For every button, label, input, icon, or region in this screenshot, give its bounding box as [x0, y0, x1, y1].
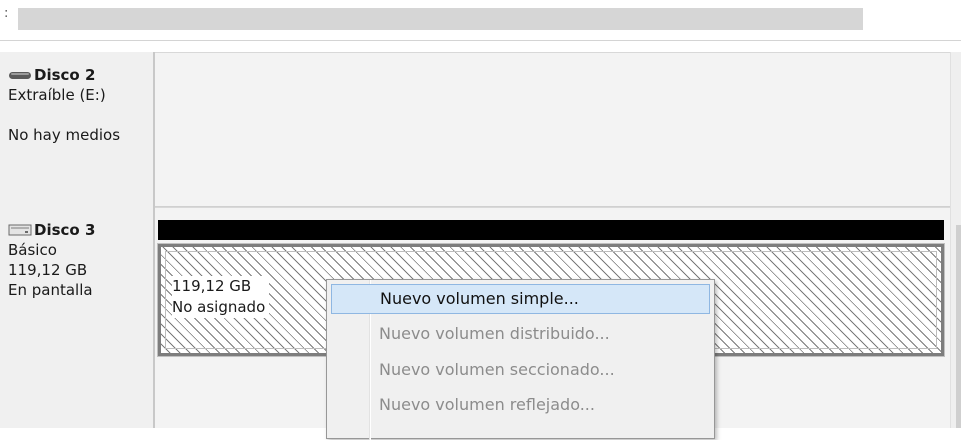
- top-toolbar-area: :: [0, 0, 961, 52]
- menu-item-new-striped-volume[interactable]: Nuevo volumen seccionado...: [331, 356, 710, 386]
- unallocated-volume-size: 119,12 GB: [172, 277, 252, 295]
- disk-2-volume-area: [155, 52, 950, 207]
- menu-item-new-simple-volume[interactable]: Nuevo volumen simple...: [331, 284, 710, 314]
- disk-2-header: Disco 2: [8, 65, 153, 85]
- menu-item-new-spanned-volume[interactable]: Nuevo volumen distribuido...: [331, 320, 710, 350]
- disk-2-type: Extraíble (E:): [8, 86, 106, 104]
- menu-item-new-mirrored-volume[interactable]: Nuevo volumen reflejado...: [331, 391, 710, 421]
- disk-3-size: 119,12 GB: [8, 261, 88, 279]
- unallocated-volume-label: 119,12 GB No asignado: [172, 276, 270, 318]
- unallocated-volume-status: No asignado: [172, 298, 266, 316]
- top-fragment-text: :: [4, 6, 9, 21]
- divider: [0, 40, 961, 41]
- vertical-scrollbar-thumb[interactable]: [956, 225, 961, 428]
- disk-3-name: Disco 3: [34, 221, 96, 239]
- disk-3-header: Disco 3: [8, 220, 153, 240]
- unallocated-volume-header-bar: [158, 220, 944, 240]
- disk-3-status: En pantalla: [8, 281, 93, 299]
- context-menu: Nuevo volumen simple... Nuevo volumen di…: [326, 279, 715, 440]
- disk-2-info-panel[interactable]: Disco 2 Extraíble (E:) No hay medios: [0, 52, 155, 207]
- disk-2-status: No hay medios: [8, 126, 121, 144]
- disk-3-info-panel[interactable]: Disco 3 Básico 119,12 GB En pantalla: [0, 207, 155, 428]
- horizontal-scrollbar[interactable]: [18, 8, 863, 30]
- removable-drive-icon: [9, 71, 31, 79]
- disk-3-type: Básico: [8, 241, 57, 259]
- disk-2-name: Disco 2: [34, 66, 96, 84]
- basic-disk-icon: [8, 224, 32, 236]
